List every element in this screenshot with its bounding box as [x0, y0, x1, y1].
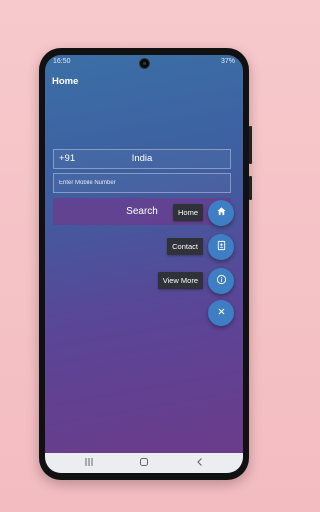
recents-icon — [84, 454, 94, 472]
fab-label-home[interactable]: Home — [172, 204, 203, 221]
country-selector[interactable]: +91 India — [53, 149, 231, 169]
fab-item-contact[interactable]: Contact — [154, 234, 234, 260]
fab-label-contact[interactable]: Contact — [167, 238, 203, 255]
system-nav-bar — [45, 453, 243, 473]
volume-button — [249, 126, 252, 164]
mobile-number-input[interactable] — [54, 174, 230, 192]
fab-item-view-more[interactable]: View More — [144, 268, 234, 294]
fab-close[interactable] — [208, 300, 234, 326]
home-icon — [216, 204, 227, 222]
page-title: Home — [52, 76, 79, 87]
phone-frame: 16:50 37% Home +91 India Search Home Con… — [39, 48, 252, 480]
power-button — [249, 176, 252, 200]
contact-icon — [216, 238, 227, 256]
info-icon — [216, 272, 227, 290]
info-fab-button[interactable] — [208, 268, 234, 294]
app-screen: 16:50 37% Home +91 India Search Home Con… — [45, 55, 243, 473]
home-nav-button[interactable] — [138, 457, 150, 469]
close-icon — [216, 304, 227, 322]
mobile-number-field[interactable] — [53, 173, 231, 193]
front-camera — [139, 58, 150, 69]
fab-item-home[interactable]: Home — [164, 200, 234, 226]
back-button[interactable] — [194, 457, 206, 469]
contact-fab-button[interactable] — [208, 234, 234, 260]
country-name: India — [131, 153, 153, 164]
status-battery: 37% — [220, 58, 235, 65]
home-fab-button[interactable] — [208, 200, 234, 226]
home-nav-icon — [139, 454, 149, 472]
status-time: 16:50 — [53, 58, 71, 65]
back-icon — [195, 454, 205, 472]
close-fab-button[interactable] — [208, 300, 234, 326]
recents-button[interactable] — [83, 457, 95, 469]
fab-label-view-more[interactable]: View More — [157, 272, 203, 289]
